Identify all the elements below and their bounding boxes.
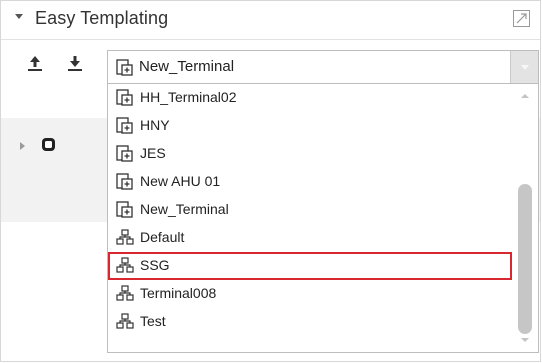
dropdown-item[interactable]: New AHU 01 bbox=[108, 168, 512, 196]
dropdown-item-label: HNY bbox=[140, 117, 170, 133]
dropdown-item[interactable]: HNY bbox=[108, 112, 512, 140]
network-group-icon bbox=[116, 285, 134, 307]
dropdown-item-label: Test bbox=[140, 313, 166, 329]
combo-dropdown-button[interactable] bbox=[510, 51, 538, 83]
dropdown-item[interactable]: SSG bbox=[108, 252, 512, 280]
template-combobox[interactable]: New_Terminal bbox=[107, 50, 539, 84]
dropdown-item-label: HH_Terminal02 bbox=[140, 89, 237, 105]
scroll-up-icon[interactable] bbox=[521, 94, 529, 98]
terminal-template-icon bbox=[116, 59, 133, 76]
dropdown-item[interactable]: Test bbox=[108, 308, 512, 336]
panel-header: Easy Templating bbox=[1, 1, 540, 40]
panel-title: Easy Templating bbox=[35, 8, 169, 28]
upload-icon[interactable] bbox=[25, 53, 45, 73]
download-icon[interactable] bbox=[65, 53, 85, 73]
dropdown-item-label: JES bbox=[140, 145, 166, 161]
network-group-icon bbox=[116, 257, 134, 279]
dropdown-item-label: SSG bbox=[140, 257, 170, 273]
chevron-down-icon bbox=[521, 65, 529, 70]
dropdown-item[interactable]: New_Terminal bbox=[108, 196, 512, 224]
scroll-down-icon[interactable] bbox=[521, 338, 529, 342]
dropdown-item[interactable]: Default bbox=[108, 224, 512, 252]
dropdown-item-label: Terminal008 bbox=[140, 285, 217, 301]
terminal-template-icon bbox=[116, 89, 133, 111]
dropdown-item-label: New_Terminal bbox=[140, 201, 229, 217]
dropdown-item[interactable]: HH_Terminal02 bbox=[108, 84, 512, 112]
dropdown-item[interactable]: JES bbox=[108, 140, 512, 168]
dropdown-item[interactable]: Terminal008 bbox=[108, 280, 512, 308]
dropdown-item-label: Default bbox=[140, 229, 185, 245]
scrollbar[interactable] bbox=[512, 84, 538, 352]
device-node-icon[interactable] bbox=[40, 136, 57, 153]
expand-icon[interactable] bbox=[513, 10, 530, 27]
dropdown-item-label: New AHU 01 bbox=[140, 173, 221, 189]
network-group-icon bbox=[116, 313, 134, 335]
combo-selected-value: New_Terminal bbox=[139, 58, 235, 75]
dropdown-items: HH_Terminal02 HNY JES New AHU 01 New_Termina… bbox=[108, 84, 512, 336]
chevron-down-icon[interactable] bbox=[15, 14, 23, 19]
terminal-template-icon bbox=[116, 145, 133, 167]
terminal-template-icon bbox=[116, 173, 133, 195]
template-dropdown-list: HH_Terminal02 HNY JES New AHU 01 New_Termina… bbox=[107, 83, 539, 353]
terminal-template-icon bbox=[116, 117, 133, 139]
expand-arrow-icon[interactable] bbox=[20, 142, 25, 150]
scrollbar-thumb[interactable] bbox=[518, 184, 532, 334]
network-group-icon bbox=[116, 229, 134, 251]
terminal-template-icon bbox=[116, 201, 133, 223]
